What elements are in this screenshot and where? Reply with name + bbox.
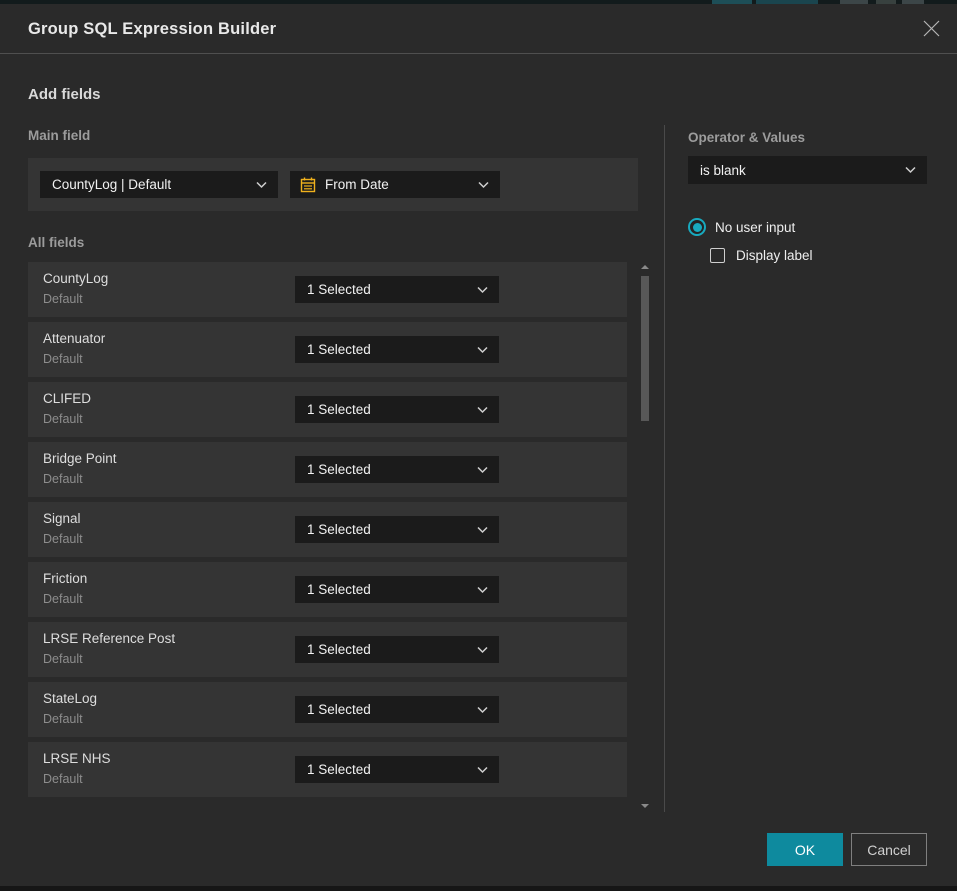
chevron-down-icon (256, 181, 267, 188)
main-field-dropdown[interactable]: From Date (290, 171, 500, 198)
chevron-down-icon (478, 181, 489, 188)
chevron-down-icon (477, 346, 488, 353)
display-label-checkbox[interactable] (710, 248, 725, 263)
field-selection-dropdown[interactable]: 1 Selected (295, 756, 499, 783)
field-sublabel: Default (43, 652, 83, 666)
no-user-input-option: No user input (688, 218, 795, 236)
field-name: Bridge Point (43, 451, 117, 466)
field-selection-dropdown[interactable]: 1 Selected (295, 696, 499, 723)
dropdown-value: 1 Selected (307, 402, 371, 417)
field-name: StateLog (43, 691, 97, 706)
dialog-titlebar: Group SQL Expression Builder (0, 4, 957, 54)
field-row: Friction Default 1 Selected (28, 562, 627, 617)
field-sublabel: Default (43, 292, 83, 306)
chevron-down-icon (477, 526, 488, 533)
dropdown-value: 1 Selected (307, 282, 371, 297)
field-row: Signal Default 1 Selected (28, 502, 627, 557)
chevron-down-icon (477, 766, 488, 773)
dropdown-value: 1 Selected (307, 582, 371, 597)
scroll-down-arrow-icon[interactable] (641, 804, 649, 808)
field-name: Attenuator (43, 331, 105, 346)
close-icon[interactable] (920, 17, 942, 39)
field-sublabel: Default (43, 532, 83, 546)
display-label-option: Display label (710, 248, 813, 263)
field-name: CountyLog (43, 271, 108, 286)
field-name: LRSE Reference Post (43, 631, 175, 646)
field-row: StateLog Default 1 Selected (28, 682, 627, 737)
field-row: Bridge Point Default 1 Selected (28, 442, 627, 497)
field-sublabel: Default (43, 412, 83, 426)
all-fields-list: CountyLog Default 1 Selected Attenuator … (28, 262, 627, 802)
scroll-up-arrow-icon[interactable] (641, 265, 649, 269)
dropdown-value: 1 Selected (307, 762, 371, 777)
dialog-title: Group SQL Expression Builder (28, 4, 276, 54)
field-row: CountyLog Default 1 Selected (28, 262, 627, 317)
dropdown-value: CountyLog | Default (52, 177, 171, 192)
scrollbar[interactable] (640, 262, 650, 810)
ok-button[interactable]: OK (767, 833, 843, 866)
dropdown-value: 1 Selected (307, 642, 371, 657)
field-selection-dropdown[interactable]: 1 Selected (295, 516, 499, 543)
field-sublabel: Default (43, 712, 83, 726)
group-sql-expression-builder-dialog: Group SQL Expression Builder Add fields … (0, 4, 957, 886)
chevron-down-icon (477, 586, 488, 593)
field-selection-dropdown[interactable]: 1 Selected (295, 636, 499, 663)
main-field-panel: CountyLog | Default From Date (28, 158, 638, 211)
chevron-down-icon (477, 286, 488, 293)
chevron-down-icon (905, 167, 916, 174)
dropdown-value: 1 Selected (307, 522, 371, 537)
field-row: LRSE Reference Post Default 1 Selected (28, 622, 627, 677)
field-row: CLIFED Default 1 Selected (28, 382, 627, 437)
field-selection-dropdown[interactable]: 1 Selected (295, 396, 499, 423)
main-layer-dropdown[interactable]: CountyLog | Default (40, 171, 278, 198)
field-row: Attenuator Default 1 Selected (28, 322, 627, 377)
field-name: CLIFED (43, 391, 91, 406)
chevron-down-icon (477, 406, 488, 413)
field-sublabel: Default (43, 352, 83, 366)
screen: Group SQL Expression Builder Add fields … (0, 0, 957, 891)
chevron-down-icon (477, 706, 488, 713)
field-name: Signal (43, 511, 81, 526)
field-selection-dropdown[interactable]: 1 Selected (295, 276, 499, 303)
field-selection-dropdown[interactable]: 1 Selected (295, 456, 499, 483)
field-name: LRSE NHS (43, 751, 111, 766)
panel-divider (664, 125, 665, 812)
no-user-input-radio[interactable] (688, 218, 706, 236)
dropdown-value: From Date (325, 177, 389, 192)
main-field-label: Main field (28, 128, 90, 143)
field-selection-dropdown[interactable]: 1 Selected (295, 336, 499, 363)
chevron-down-icon (477, 646, 488, 653)
calendar-icon (300, 177, 316, 193)
operator-values-label: Operator & Values (688, 130, 805, 145)
scrollbar-thumb[interactable] (641, 276, 649, 421)
field-row: LRSE NHS Default 1 Selected (28, 742, 627, 797)
cancel-button[interactable]: Cancel (851, 833, 927, 866)
dropdown-value: 1 Selected (307, 342, 371, 357)
all-fields-label: All fields (28, 235, 84, 250)
dropdown-value: 1 Selected (307, 462, 371, 477)
field-sublabel: Default (43, 592, 83, 606)
dropdown-value: is blank (700, 163, 746, 178)
chevron-down-icon (477, 466, 488, 473)
field-name: Friction (43, 571, 87, 586)
field-sublabel: Default (43, 772, 83, 786)
dropdown-value: 1 Selected (307, 702, 371, 717)
operator-dropdown[interactable]: is blank (688, 156, 927, 184)
field-selection-dropdown[interactable]: 1 Selected (295, 576, 499, 603)
display-label-text: Display label (736, 248, 813, 263)
add-fields-heading: Add fields (28, 86, 101, 103)
field-sublabel: Default (43, 472, 83, 486)
no-user-input-label: No user input (715, 220, 795, 235)
